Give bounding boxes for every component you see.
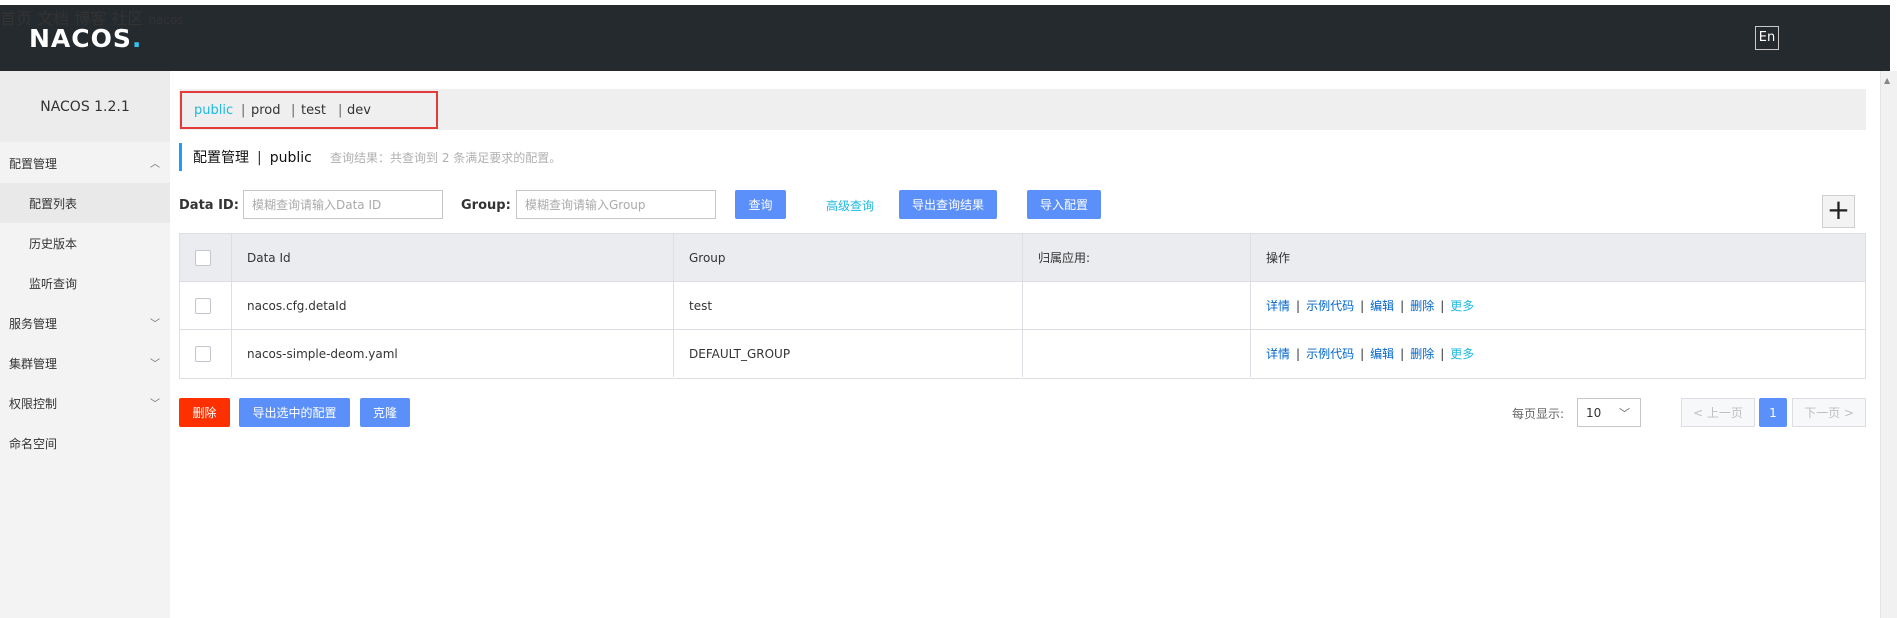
next-page-button[interactable]: 下一页 > (1792, 398, 1866, 427)
cell-data-id: nacos-simple-deom.yaml (232, 330, 674, 377)
config-table: Data Id Group 归属应用: 操作 nacos.cfg.detaId … (179, 233, 1866, 379)
cell-data-id: nacos.cfg.detaId (232, 282, 674, 329)
table-row: nacos.cfg.detaId test 详情 | 示例代码 | 编辑 | 删除 | … (180, 282, 1865, 330)
nacos-logo[interactable]: NACOS. (29, 24, 142, 53)
clone-button[interactable]: 克隆 (360, 398, 410, 427)
app-window: NACOS. 首页 文档 博客 社区 En nacos NACOS 1.2.1 … (0, 0, 1897, 618)
group-input[interactable] (516, 190, 716, 219)
namespace-tab-dev[interactable]: dev (347, 103, 371, 118)
page-size-select[interactable]: 10 ﹀ (1577, 398, 1641, 427)
query-result-description: 查询结果：共查询到 2 条满足要求的配置。 (330, 151, 562, 165)
data-id-input[interactable] (243, 190, 443, 219)
user-menu[interactable]: nacos (148, 13, 183, 27)
sidebar-item-cluster-management[interactable]: 集群管理 ﹀ (0, 343, 170, 383)
chevron-down-icon: ﹀ (150, 399, 160, 410)
top-header: NACOS. 首页 文档 博客 社区 En nacos (0, 5, 1890, 71)
delete-link[interactable]: 删除 (1410, 345, 1434, 362)
more-link[interactable]: 更多 (1450, 345, 1474, 362)
edit-link[interactable]: 编辑 (1370, 345, 1394, 362)
namespace-tab-prod[interactable]: prod (251, 103, 281, 118)
version-label: NACOS 1.2.1 (0, 71, 170, 142)
sidebar-item-config-list[interactable]: 配置列表 (0, 183, 170, 223)
row-select-cell (180, 282, 232, 329)
sample-code-link[interactable]: 示例代码 (1306, 345, 1354, 362)
sidebar-item-service-management[interactable]: 服务管理 ﹀ (0, 303, 170, 343)
chevron-down-icon: ﹀ (150, 359, 160, 370)
detail-link[interactable]: 详情 (1266, 345, 1290, 362)
chevron-up-icon: ︿ (150, 159, 160, 170)
prev-page-button[interactable]: < 上一页 (1681, 398, 1755, 427)
namespace-tab-test[interactable]: test (301, 103, 326, 118)
table-row: nacos-simple-deom.yaml DEFAULT_GROUP 详情 |… (180, 330, 1865, 378)
chevron-down-icon: ﹀ (150, 319, 160, 330)
export-results-button[interactable]: 导出查询结果 (899, 190, 997, 219)
column-header-actions: 操作 (1266, 251, 1291, 265)
sample-code-link[interactable]: 示例代码 (1306, 297, 1354, 314)
current-page-button[interactable]: 1 (1759, 398, 1787, 427)
page-size-label: 每页显示: (1512, 407, 1565, 421)
cell-actions: 详情 | 示例代码 | 编辑 | 删除 | 更多 (1266, 345, 1475, 362)
namespace-separator: | (241, 103, 246, 118)
cell-app (1023, 282, 1251, 329)
detail-link[interactable]: 详情 (1266, 297, 1290, 314)
add-config-icon[interactable]: + (1822, 195, 1855, 228)
more-link[interactable]: 更多 (1450, 297, 1474, 314)
advanced-query-link[interactable]: 高级查询 (826, 197, 874, 214)
group-label: Group: (461, 198, 511, 213)
column-header-data-id[interactable]: Data Id (232, 234, 674, 281)
namespace-separator: | (338, 103, 343, 118)
cell-actions: 详情 | 示例代码 | 编辑 | 删除 | 更多 (1266, 297, 1475, 314)
row-select-cell (180, 330, 232, 377)
cell-group: test (674, 282, 1023, 329)
cell-group: DEFAULT_GROUP (674, 330, 1023, 377)
select-all-checkbox[interactable] (195, 249, 211, 266)
export-selected-button[interactable]: 导出选中的配置 (239, 398, 350, 427)
table-header-row: Data Id Group 归属应用: 操作 (180, 234, 1865, 282)
scroll-up-arrow-icon[interactable]: ▲ (1884, 76, 1890, 85)
sidebar-item-history[interactable]: 历史版本 (0, 223, 170, 263)
chevron-down-icon: ﹀ (1619, 407, 1630, 420)
edit-link[interactable]: 编辑 (1370, 297, 1394, 314)
sidebar-item-namespace[interactable]: 命名空间 (0, 423, 170, 463)
namespace-tab-public[interactable]: public (194, 103, 233, 118)
column-header-group[interactable]: Group (674, 234, 1023, 281)
vertical-scrollbar[interactable] (1880, 71, 1897, 618)
language-switch-button[interactable]: En (1755, 26, 1779, 50)
query-button[interactable]: 查询 (735, 190, 786, 219)
namespace-separator: | (291, 103, 296, 118)
page-title: 配置管理 | public (193, 150, 312, 166)
data-id-label: Data ID: (179, 198, 239, 213)
import-config-button[interactable]: 导入配置 (1027, 190, 1101, 219)
sidebar-item-access-control[interactable]: 权限控制 ﹀ (0, 383, 170, 423)
title-accent-bar (179, 143, 182, 171)
delete-link[interactable]: 删除 (1410, 297, 1434, 314)
row-checkbox[interactable] (195, 297, 211, 314)
row-checkbox[interactable] (195, 345, 211, 362)
sidebar-item-listener-query[interactable]: 监听查询 (0, 263, 170, 303)
nav-home-link[interactable]: 首页 (0, 9, 32, 28)
select-all-cell (180, 234, 232, 281)
cell-app (1023, 330, 1251, 377)
delete-selected-button[interactable]: 删除 (179, 398, 230, 427)
sidebar-item-config-management[interactable]: 配置管理 ︿ (0, 143, 170, 183)
column-header-app[interactable]: 归属应用: (1023, 234, 1251, 281)
